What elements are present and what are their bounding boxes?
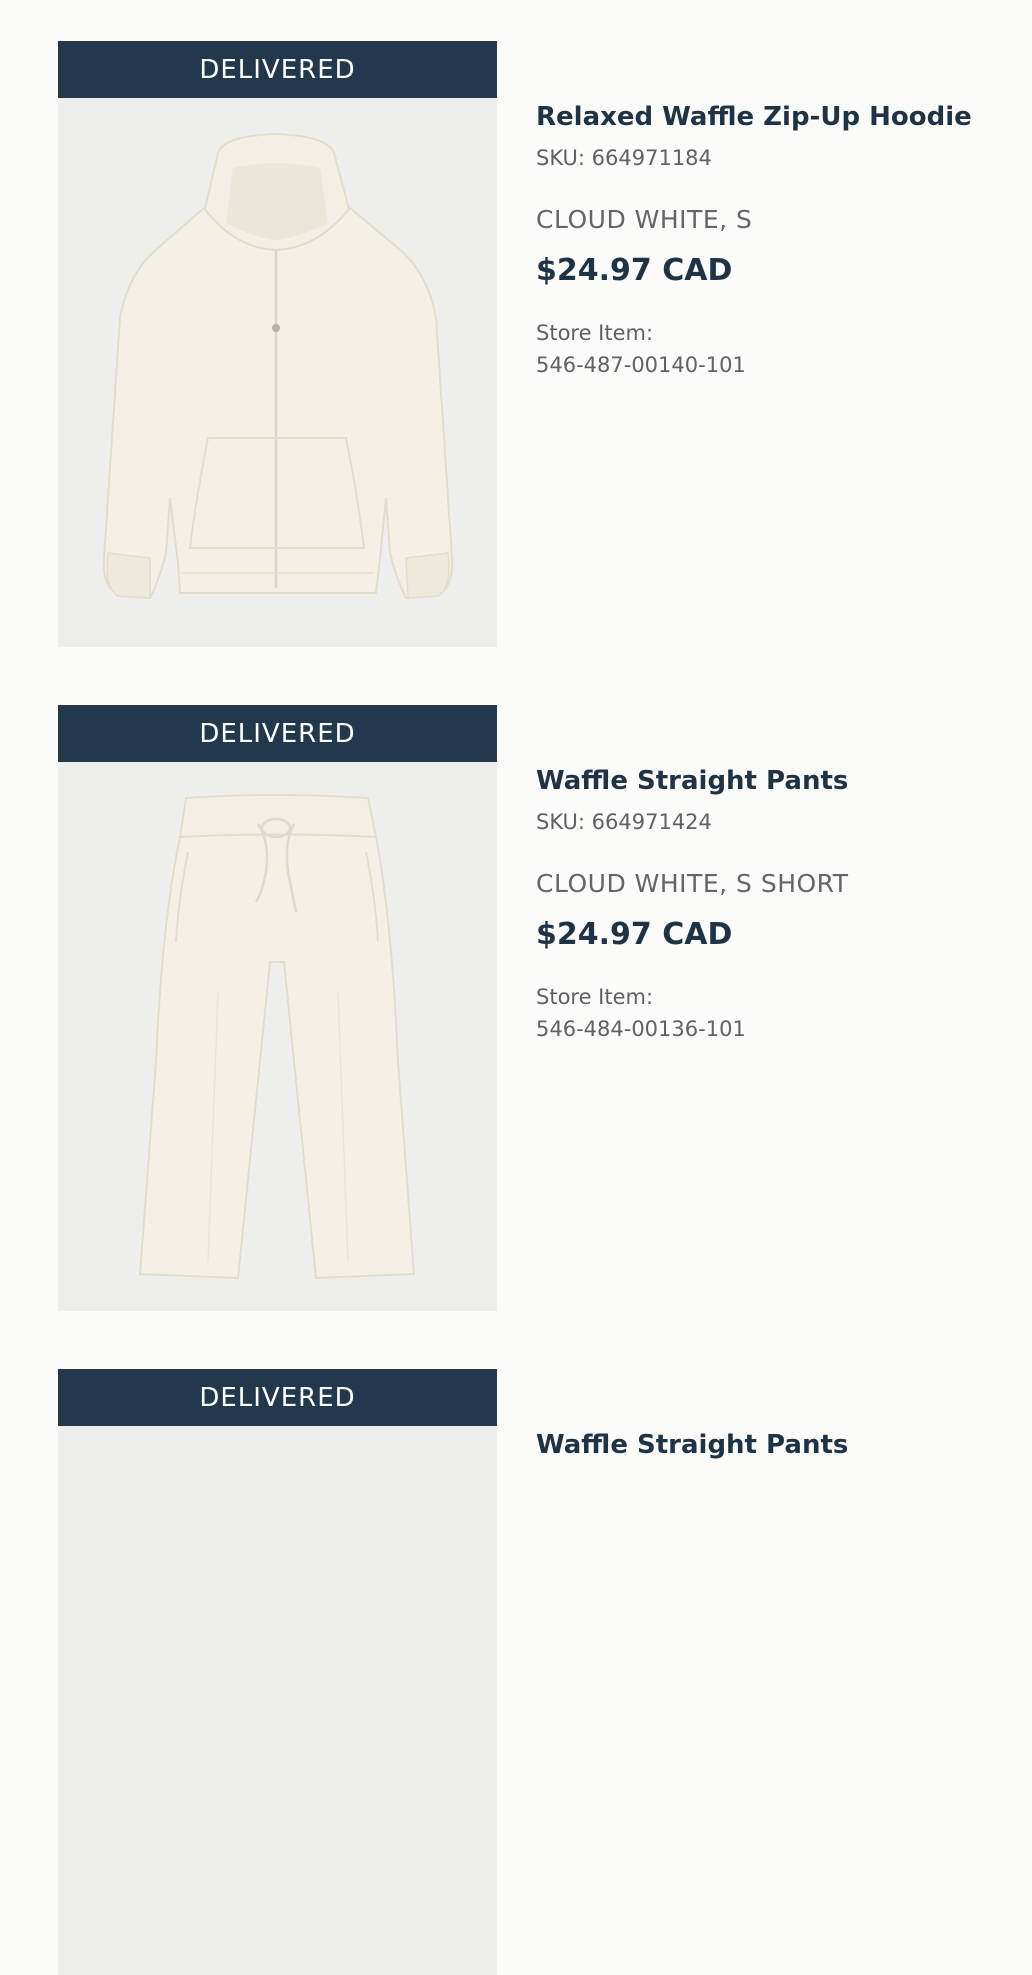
- pants-image: [138, 794, 416, 1280]
- product-name[interactable]: Relaxed Waffle Zip-Up Hoodie: [536, 99, 996, 135]
- delivered-status-banner: DELIVERED: [58, 1369, 497, 1426]
- product-image-hoodie[interactable]: [58, 98, 497, 647]
- store-item-label: Store Item:: [536, 321, 654, 345]
- product-price: $24.97 CAD: [536, 917, 733, 952]
- delivered-status-banner: DELIVERED: [58, 705, 497, 762]
- order-item[interactable]: DELIVERED Relaxed Waffle Zip-Up Hoodie S…: [58, 41, 998, 647]
- product-image-pants[interactable]: [58, 762, 497, 1311]
- product-sku: SKU: 664971424: [536, 810, 712, 834]
- status-label: DELIVERED: [199, 1382, 356, 1413]
- delivered-status-banner: DELIVERED: [58, 41, 497, 98]
- product-variant: CLOUD WHITE, S SHORT: [536, 869, 849, 898]
- product-details: Waffle Straight Pants SKU: 664971424 CLO…: [536, 763, 996, 1045]
- product-variant: CLOUD WHITE, S: [536, 205, 753, 234]
- product-price: $24.97 CAD: [536, 253, 733, 288]
- hoodie-image: [102, 132, 454, 600]
- store-item-number: 546-487-00140-101: [536, 353, 746, 377]
- product-name[interactable]: Waffle Straight Pants: [536, 763, 996, 799]
- order-item[interactable]: DELIVERED Waffle Straight Pants: [58, 1369, 998, 1975]
- status-label: DELIVERED: [199, 54, 356, 85]
- product-name[interactable]: Waffle Straight Pants: [536, 1427, 996, 1463]
- product-details: Relaxed Waffle Zip-Up Hoodie SKU: 664971…: [536, 99, 996, 381]
- status-label: DELIVERED: [199, 718, 356, 749]
- store-item-number: 546-484-00136-101: [536, 1017, 746, 1041]
- product-sku: SKU: 664971184: [536, 146, 712, 170]
- product-details: Waffle Straight Pants: [536, 1427, 996, 1463]
- order-item[interactable]: DELIVERED Waffle Straight Pants SKU: 664…: [58, 705, 998, 1311]
- product-image-pants[interactable]: [58, 1426, 497, 1975]
- store-item-label: Store Item:: [536, 985, 654, 1009]
